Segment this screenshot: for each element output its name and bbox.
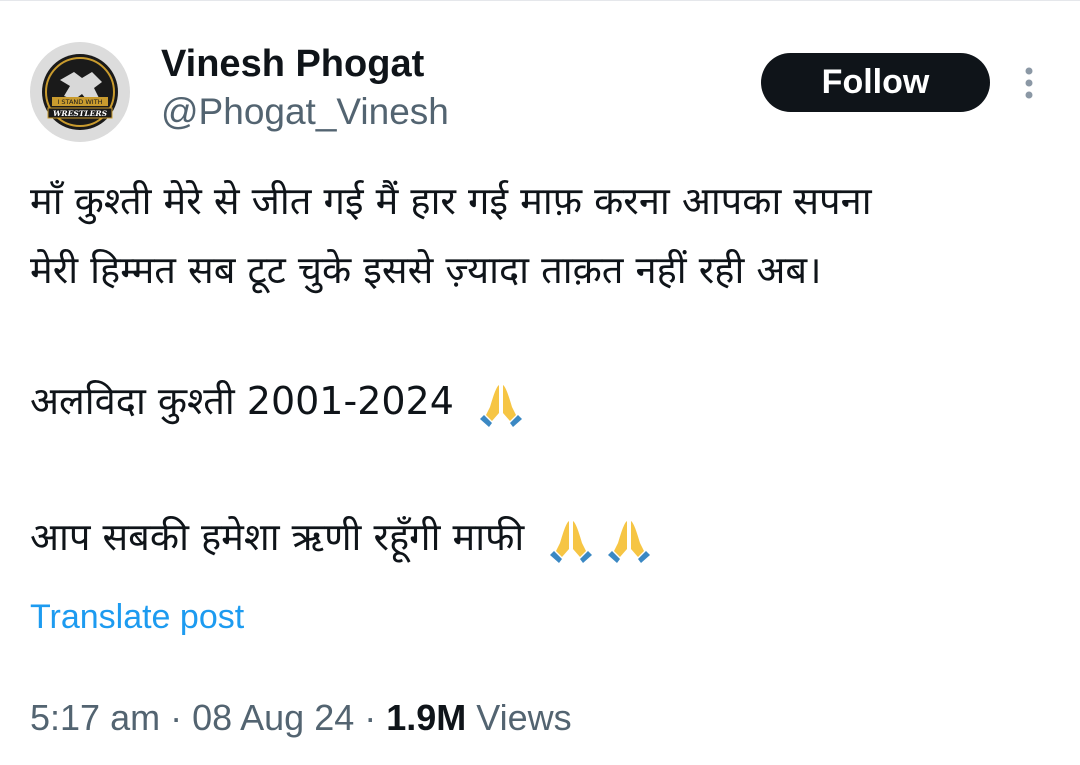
follow-button[interactable]: Follow: [761, 53, 990, 112]
tweet-line-1: माँ कुश्ती मेरे से जीत गई मैं हार गई माफ…: [30, 171, 872, 231]
display-name[interactable]: Vinesh Phogat: [161, 41, 424, 87]
more-options-button[interactable]: [1014, 63, 1044, 103]
vertical-dots-icon: [1025, 67, 1033, 99]
meta-separator: ·: [354, 697, 387, 738]
wrestlers-badge-icon: I STAND WITH WRESTLERS: [30, 42, 130, 142]
folded-hands-emoji: [608, 520, 651, 563]
tweet-line-4: आप सबकी हमेशा ऋणी रहूँगी माफी: [30, 507, 654, 567]
folded-hands-emoji: [550, 520, 593, 563]
tweet-line-3-text: अलविदा कुश्ती 2001-2024: [30, 379, 454, 423]
tweet-line-1-text: माँ कुश्ती मेरे से जीत गई मैं हार गई माफ…: [30, 179, 872, 223]
tweet-line-4-text: आप सबकी हमेशा ऋणी रहूँगी माफी: [30, 515, 525, 559]
translate-post-link[interactable]: Translate post: [30, 595, 244, 639]
tweet-line-3: अलविदा कुश्ती 2001-2024: [30, 371, 526, 431]
views-count: 1.9M: [386, 697, 467, 738]
meta-separator: ·: [160, 697, 193, 738]
tweet-line-2: मेरी हिम्मत सब टूट चुके इससे ज़्यादा ताक…: [30, 240, 822, 300]
avatar-text-bottom: WRESTLERS: [53, 109, 108, 118]
tweet-card: I STAND WITH WRESTLERS Vinesh Phogat @Ph…: [0, 0, 1080, 765]
tweet-date[interactable]: 08 Aug 24: [192, 697, 354, 738]
folded-hands-emoji: [480, 384, 523, 427]
views-label: Views: [466, 697, 572, 738]
tweet-time[interactable]: 5:17 am: [30, 697, 160, 738]
tweet-meta: 5:17 am · 08 Aug 24 · 1.9M Views: [30, 695, 572, 741]
tweet-line-2-text: मेरी हिम्मत सब टूट चुके इससे ज़्यादा ताक…: [30, 248, 822, 292]
avatar-text-top: I STAND WITH: [57, 98, 102, 106]
avatar[interactable]: I STAND WITH WRESTLERS: [30, 42, 130, 142]
user-handle[interactable]: @Phogat_Vinesh: [161, 90, 449, 134]
